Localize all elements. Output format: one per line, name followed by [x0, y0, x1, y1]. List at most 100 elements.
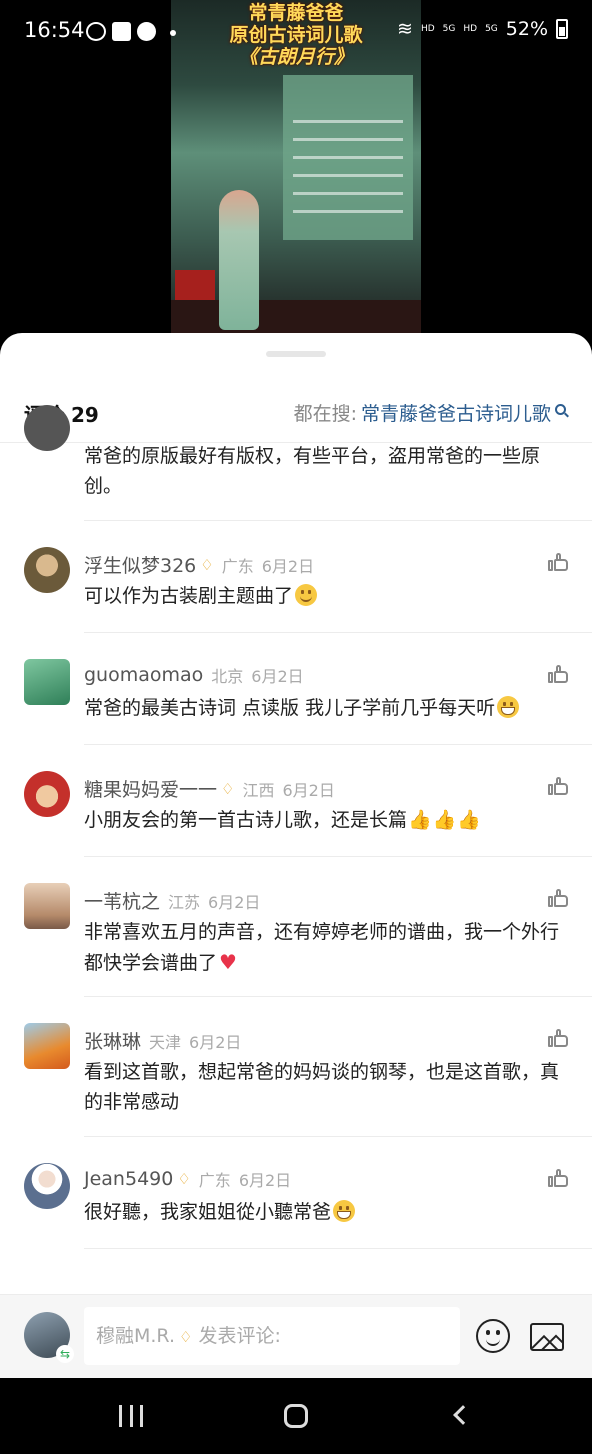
back-icon[interactable] — [453, 1405, 473, 1425]
like-icon[interactable] — [548, 889, 568, 907]
smile-emoji-icon — [295, 584, 318, 606]
comment-item[interactable]: 糖果妈妈爱一一 ♢ 江西 6月2日 小朋友会的第一首古诗儿歌，还是长篇👍👍👍 — [24, 745, 592, 857]
comment-meta: 一苇杭之 江苏 6月2日 — [84, 887, 260, 914]
comment-text: 常爸的最美古诗词 点读版 我儿子学前几乎每天听 — [84, 693, 574, 723]
comment-item[interactable]: 常爸的原版最好有版权，有些平台，盗用常爸的一些原创。 — [24, 405, 592, 521]
status-bar: 16:54 ≋ HD 5G HD 5G 52% — [0, 0, 592, 66]
comment-list: 常爸的原版最好有版权，有些平台，盗用常爸的一些原创。 浮生似梦326 ♢ 广东 … — [0, 405, 592, 1249]
grin-emoji-icon — [333, 1200, 356, 1222]
comment-text: 非常喜欢五月的声音，还有婷婷老师的谱曲，我一个外行都快学会谱曲了 ♥ — [84, 917, 574, 978]
date: 6月2日 — [261, 556, 315, 576]
location: 广东 — [198, 1171, 231, 1190]
status-dot-icon — [170, 30, 176, 36]
battery-percent: 52% — [505, 18, 548, 40]
date: 6月2日 — [189, 1032, 242, 1052]
poem-line — [293, 174, 403, 177]
vip-badge-icon: ♢ — [177, 1170, 191, 1188]
emoji-button-icon[interactable] — [476, 1319, 510, 1353]
username[interactable]: Jean5490 — [84, 1168, 173, 1190]
comment-meta: 糖果妈妈爱一一 ♢ 江西 6月2日 — [84, 775, 335, 802]
thumbs-up-emoji-icon: 👍 — [408, 809, 432, 831]
avatar[interactable] — [24, 1163, 70, 1209]
heart-emoji-icon: ♥ — [219, 950, 237, 974]
like-icon[interactable] — [548, 665, 568, 683]
signal-5g-2: 5G — [485, 23, 498, 34]
grin-emoji-icon — [497, 696, 520, 718]
like-icon[interactable] — [548, 553, 568, 571]
comment-input[interactable]: 穆融M.R. ♢ 发表评论: — [84, 1307, 460, 1365]
comment-item[interactable]: 一苇杭之 江苏 6月2日 非常喜欢五月的声音，还有婷婷老师的谱曲，我一个外行都快… — [24, 857, 592, 997]
status-time: 16:54 — [24, 18, 85, 42]
avatar[interactable] — [24, 405, 70, 451]
thumbs-up-emoji-icon: 👍 — [432, 809, 457, 831]
gallery-icon — [112, 22, 131, 41]
like-icon[interactable] — [548, 1169, 568, 1187]
location: 江西 — [242, 780, 275, 800]
wifi-icon: ≋ — [397, 18, 413, 40]
date: 6月2日 — [238, 1171, 292, 1190]
poem-line — [293, 210, 403, 213]
comment-meta: guomaomao 北京 6月2日 — [84, 663, 304, 687]
vip-badge-icon: ♢ — [221, 779, 235, 798]
username[interactable]: 一苇杭之 — [84, 887, 160, 914]
avatar[interactable] — [24, 771, 70, 817]
singer-figure — [219, 190, 259, 330]
network-hd-2: HD — [463, 23, 478, 34]
chat-icon — [137, 22, 156, 41]
comment-item[interactable]: Jean5490 ♢ 广东 6月2日 很好聽，我家姐姐從小聽常爸 — [24, 1137, 592, 1249]
comment-text: 可以作为古装剧主题曲了 — [84, 581, 574, 611]
comment-meta: 浮生似梦326 ♢ 广东 6月2日 — [84, 551, 314, 578]
thumbs-up-emoji-icon: 👍 — [457, 809, 482, 831]
comment-item[interactable]: guomaomao 北京 6月2日 常爸的最美古诗词 点读版 我儿子学前几乎每天… — [24, 633, 592, 745]
signal-5g-1: 5G — [442, 23, 456, 34]
username[interactable]: guomaomao — [84, 664, 203, 686]
comments-sheet: 评论 29 都在搜: 常青藤爸爸古诗词儿歌 常爸的原版最好有版权，有些平台，盗用… — [0, 333, 592, 1378]
location: 江苏 — [168, 892, 201, 912]
status-right: ≋ HD 5G HD 5G 52% — [397, 18, 568, 40]
comment-meta: Jean5490 ♢ 广东 6月2日 — [84, 1167, 291, 1191]
comment-text: 小朋友会的第一首古诗儿歌，还是长篇👍👍👍 — [84, 805, 574, 835]
comment-item[interactable]: 张琳琳 天津 6月2日 看到这首歌，想起常爸的妈妈谈的钢琴，也是这首歌，真的非常… — [24, 997, 592, 1137]
poem-line — [293, 138, 403, 141]
avatar[interactable] — [24, 1023, 70, 1069]
comment-text: 很好聽，我家姐姐從小聽常爸 — [84, 1197, 574, 1227]
comment-meta: 张琳琳 天津 6月2日 — [84, 1027, 241, 1054]
poem-line — [293, 120, 403, 123]
network-hd-1: HD — [420, 23, 435, 34]
username[interactable]: 糖果妈妈爱一一 — [84, 775, 217, 802]
username[interactable]: 张琳琳 — [84, 1027, 141, 1054]
vip-badge-icon: ♢ — [200, 555, 214, 574]
drag-handle[interactable] — [266, 351, 326, 357]
comment-text: 常爸的原版最好有版权，有些平台，盗用常爸的一些原创。 — [84, 445, 541, 497]
search-term-link[interactable]: 常青藤爸爸古诗词儿歌 — [361, 399, 551, 426]
date: 6月2日 — [282, 780, 335, 800]
avatar[interactable] — [24, 547, 70, 593]
comments-header: 评论 29 都在搜: 常青藤爸爸古诗词儿歌 — [0, 385, 592, 441]
battery-icon — [556, 19, 568, 39]
comment-text: 看到这首歌，想起常爸的妈妈谈的钢琴，也是这首歌，真的非常感动 — [84, 1061, 560, 1113]
search-label: 都在搜: — [293, 403, 357, 425]
vip-badge-icon: ♢ — [179, 1328, 193, 1346]
like-icon[interactable] — [548, 777, 568, 795]
poem-line — [293, 192, 403, 195]
username[interactable]: 浮生似梦326 — [84, 551, 196, 578]
date: 6月2日 — [251, 667, 304, 686]
location: 天津 — [149, 1032, 182, 1052]
home-icon[interactable] — [284, 1404, 308, 1428]
switch-account-icon[interactable]: ⇆ — [56, 1345, 74, 1363]
search-suggestion[interactable]: 都在搜: 常青藤爸爸古诗词儿歌 — [294, 399, 566, 426]
avatar[interactable] — [24, 659, 70, 705]
recent-apps-icon[interactable] — [119, 1405, 143, 1427]
location: 广东 — [221, 556, 254, 576]
system-nav-bar — [0, 1378, 592, 1454]
search-icon[interactable] — [555, 404, 566, 415]
meta-icon — [86, 22, 106, 41]
comment-input-bar: ⇆ 穆融M.R. ♢ 发表评论: — [0, 1294, 592, 1378]
like-icon[interactable] — [548, 1029, 568, 1047]
comment-item[interactable]: 浮生似梦326 ♢ 广东 6月2日 可以作为古装剧主题曲了 — [24, 521, 592, 633]
image-button-icon[interactable] — [530, 1323, 564, 1351]
date: 6月2日 — [208, 892, 261, 912]
avatar[interactable] — [24, 883, 70, 929]
input-username: 穆融M.R. — [96, 1325, 175, 1347]
notification-icons — [86, 22, 156, 41]
